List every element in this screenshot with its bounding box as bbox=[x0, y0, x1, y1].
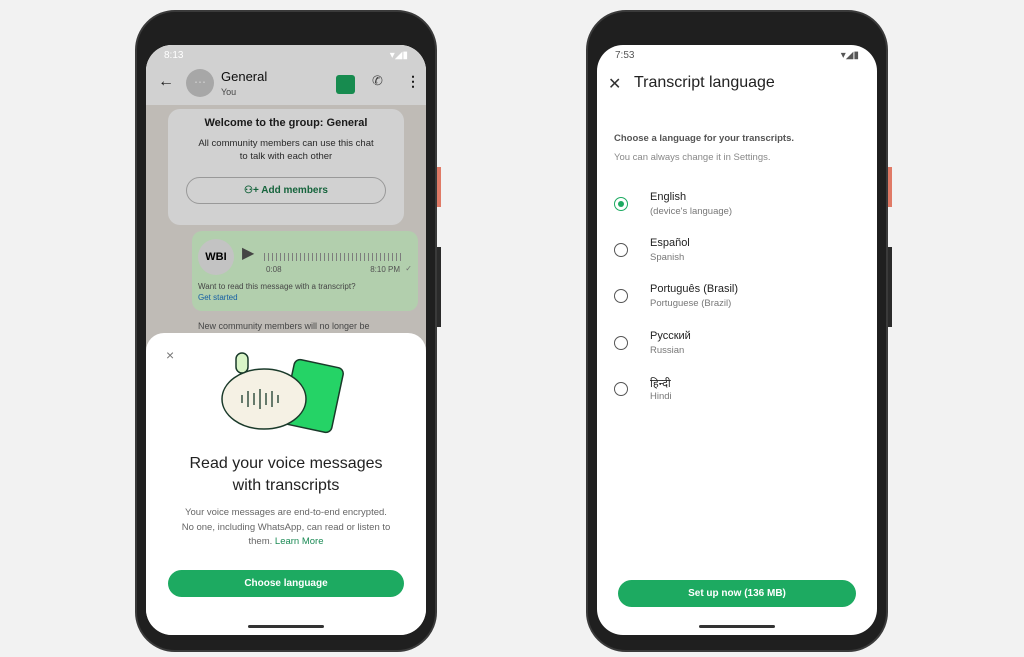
status-time: 7:53 bbox=[615, 50, 635, 61]
home-indicator bbox=[248, 625, 324, 628]
language-name: English bbox=[650, 191, 687, 203]
language-name: हिन्दी bbox=[650, 377, 671, 390]
status-bar: 7:53 ▾◢▮ bbox=[615, 50, 859, 61]
language-subtitle: Spanish bbox=[650, 252, 685, 264]
left-phone: ← ⋯ General You ✆ ⋮ Welcome to the group… bbox=[135, 10, 441, 652]
instruction-text: Choose a language for your transcripts. bbox=[614, 133, 795, 144]
volume-button bbox=[437, 247, 441, 327]
voice-transcript-illustration bbox=[221, 352, 344, 434]
transcript-language-screen: 7:53 ▾◢▮ ✕ Transcript language Choose a l… bbox=[597, 45, 877, 635]
settings-hint: You can always change it in Settings. bbox=[614, 152, 771, 163]
radio-button[interactable] bbox=[614, 197, 628, 211]
sheet-title: Read your voice messages with transcript… bbox=[189, 455, 383, 494]
language-name: Русский bbox=[650, 329, 691, 342]
volume-button bbox=[888, 247, 892, 327]
power-button bbox=[437, 167, 441, 207]
choose-language-button[interactable]: Choose language bbox=[168, 570, 404, 597]
language-subtitle: Portuguese (Brazil) bbox=[650, 298, 732, 310]
radio-button[interactable] bbox=[614, 381, 628, 396]
language-subtitle: Russian bbox=[650, 344, 685, 356]
signal-battery-icon: ▾◢▮ bbox=[840, 50, 859, 61]
radio-button[interactable] bbox=[614, 335, 628, 350]
radio-button[interactable] bbox=[614, 243, 628, 258]
status-bar: 8:13 ▾◢▮ bbox=[164, 50, 408, 61]
sheet-body: Your voice messages are end-to-end encry… bbox=[178, 506, 394, 550]
set-up-now-button[interactable]: Set up now (136 MB) bbox=[618, 580, 856, 607]
language-name: Português (Brasil) bbox=[650, 283, 739, 296]
status-time: 8:13 bbox=[164, 50, 184, 61]
radio-button[interactable] bbox=[614, 289, 628, 304]
right-phone: 7:53 ▾◢▮ ✕ Transcript language Choose a l… bbox=[586, 10, 892, 652]
home-indicator bbox=[699, 625, 775, 628]
language-name: Español bbox=[650, 237, 690, 250]
learn-more-link[interactable]: Learn More bbox=[275, 536, 324, 547]
page-title: Transcript language bbox=[634, 74, 775, 91]
close-sheet-icon[interactable]: × bbox=[166, 347, 174, 363]
transcript-bottom-sheet: × Read your voice messages with transcri… bbox=[146, 333, 426, 635]
language-subtitle: (device's language) bbox=[650, 206, 733, 217]
chat-screen: ← ⋯ General You ✆ ⋮ Welcome to the group… bbox=[146, 45, 426, 635]
language-subtitle: Hindi bbox=[650, 390, 672, 402]
power-button bbox=[888, 167, 892, 207]
signal-battery-icon: ▾◢▮ bbox=[389, 50, 408, 61]
close-icon[interactable]: ✕ bbox=[608, 74, 621, 94]
